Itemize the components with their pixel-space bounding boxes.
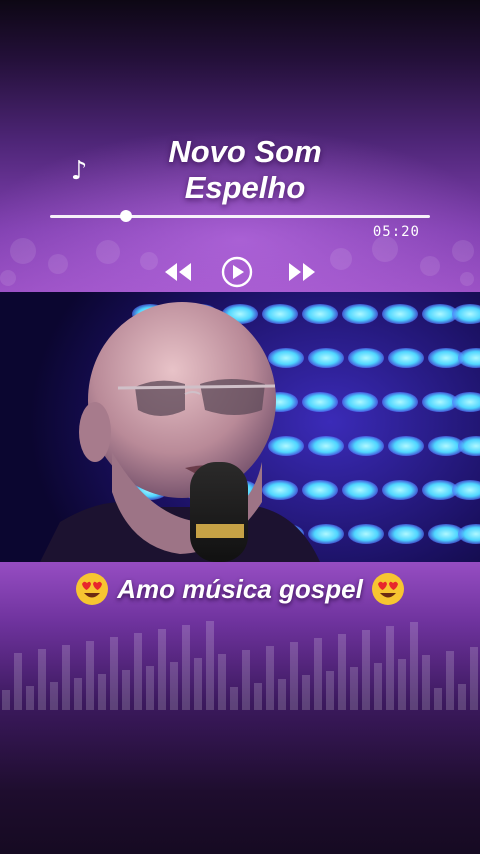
equalizer-bar: [50, 682, 58, 710]
fast-forward-icon: [289, 263, 315, 281]
caption-text: Amo música gospel: [117, 573, 363, 604]
equalizer-bar: [26, 686, 34, 710]
rewind-icon: [165, 263, 191, 281]
play-button[interactable]: [219, 256, 255, 288]
progress-bar[interactable]: [50, 215, 430, 218]
equalizer-bar: [98, 674, 106, 710]
equalizer-bar: [326, 671, 334, 710]
video-frame[interactable]: [0, 292, 480, 562]
equalizer-bar: [374, 663, 382, 710]
song-title: Novo Som Espelho: [130, 134, 360, 206]
equalizer-bar: [254, 683, 262, 710]
rewind-button[interactable]: [160, 256, 196, 288]
equalizer-bar: [398, 659, 406, 710]
equalizer-bar: [2, 690, 10, 710]
progress-knob[interactable]: [120, 210, 132, 222]
equalizer-bar: [38, 649, 46, 710]
equalizer-bar: [74, 678, 82, 710]
equalizer-bar: [158, 629, 166, 710]
equalizer-decoration: [2, 621, 478, 710]
equalizer-bar: [242, 650, 250, 710]
equalizer-bar: [410, 622, 418, 710]
equalizer-bar: [422, 655, 430, 710]
equalizer-bar: [206, 621, 214, 710]
equalizer-bar: [338, 634, 346, 710]
song-title-line2: Espelho: [184, 170, 306, 205]
equalizer-bar: [86, 641, 94, 710]
song-title-line1: Novo Som: [168, 134, 322, 169]
equalizer-bar: [182, 625, 190, 710]
equalizer-bar: [134, 633, 142, 710]
equalizer-bar: [266, 646, 274, 710]
fast-forward-button[interactable]: [284, 256, 320, 288]
equalizer-bar: [14, 653, 22, 710]
equalizer-bar: [218, 654, 226, 710]
equalizer-bar: [146, 666, 154, 710]
equalizer-bar: [314, 638, 322, 710]
equalizer-bar: [458, 684, 466, 710]
equalizer-bar: [446, 651, 454, 710]
equalizer-bar: [110, 637, 118, 710]
singer-image: [40, 302, 320, 562]
equalizer-bar: [62, 645, 70, 710]
equalizer-bar: [434, 688, 442, 710]
music-note-icon: ♪: [70, 156, 88, 186]
heart-eyes-emoji-right: [371, 572, 405, 606]
equalizer-bar: [290, 642, 298, 710]
equalizer-bar: [170, 662, 178, 710]
equalizer-bar: [230, 687, 238, 710]
equalizer-bar: [470, 647, 478, 710]
duration-label: 05:20: [372, 224, 420, 240]
equalizer-bar: [122, 670, 130, 710]
play-icon: [221, 256, 253, 288]
caption: Amo música gospel: [0, 566, 480, 612]
equalizer-bar: [362, 630, 370, 710]
equalizer-bar: [278, 679, 286, 710]
equalizer-bar: [386, 626, 394, 710]
equalizer-bar: [194, 658, 202, 710]
heart-eyes-emoji-left: [75, 572, 109, 606]
equalizer-bar: [350, 667, 358, 710]
equalizer-bar: [302, 675, 310, 710]
